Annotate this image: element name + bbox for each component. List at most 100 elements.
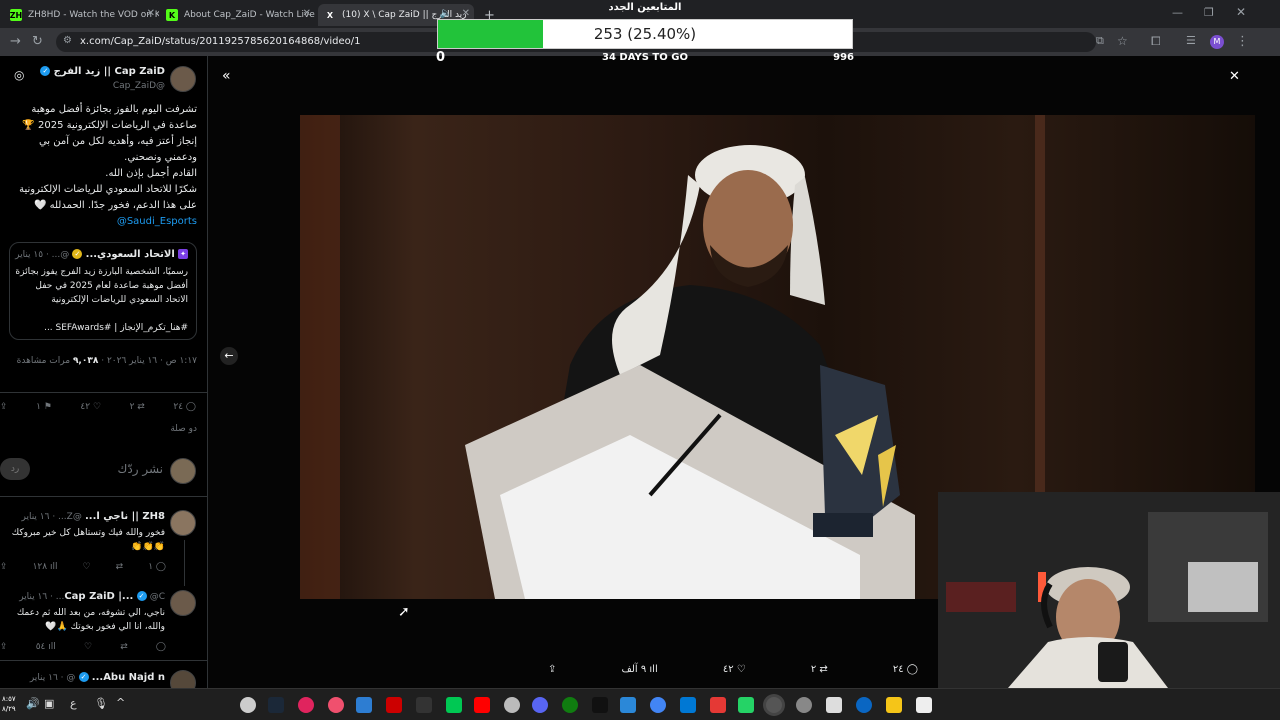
view-count: ٩,٠٣٨ [72, 356, 99, 366]
site-info-icon[interactable]: ⚙ [63, 35, 72, 46]
tray-overflow-icon[interactable]: ^ [116, 696, 125, 709]
reply-button[interactable]: ١ ◯ [148, 562, 166, 572]
author-handle: @Cap_ZaiD [112, 81, 165, 91]
clock[interactable]: ٨:٥٧ ٨/٢٩ [2, 694, 16, 714]
like-button[interactable]: ♡ [84, 642, 92, 652]
kick-icon: K [166, 9, 178, 21]
related-replies-toggle[interactable]: دو صلة [170, 424, 197, 434]
divider [0, 496, 207, 497]
views-button[interactable]: ٩ آلف ıll [621, 664, 657, 675]
chrome-icon[interactable] [650, 697, 666, 713]
store-icon[interactable] [680, 697, 696, 713]
language-indicator[interactable]: ع [70, 697, 77, 710]
close-tab-icon[interactable]: ✕ [462, 8, 470, 19]
close-window-icon[interactable]: ✕ [1236, 5, 1246, 19]
mention-link[interactable]: @Saudi_Esports [0, 214, 197, 230]
photos-icon[interactable] [620, 697, 636, 713]
youtube-icon[interactable] [474, 697, 490, 713]
close-viewer-icon[interactable]: ✕ [1229, 69, 1240, 84]
davinci-icon[interactable] [356, 697, 372, 713]
reply-avatar[interactable] [170, 590, 196, 616]
retweet-button[interactable]: ⇄ [116, 562, 124, 572]
discord-icon[interactable] [532, 697, 548, 713]
extensions-icon[interactable]: ⧠ [1151, 34, 1161, 49]
views-button[interactable]: ١٢٨ ıll [33, 562, 58, 572]
share-icon[interactable]: ⇪ [0, 562, 8, 572]
verified-badge-icon: ✓ [40, 66, 51, 76]
views-button[interactable]: ٥٤ ıll [36, 642, 56, 652]
adobe-icon[interactable] [386, 697, 402, 713]
retweet-button[interactable]: ⇄ [120, 642, 128, 652]
windows-start-icon[interactable] [916, 697, 932, 713]
quoted-tweet[interactable]: ✦ الاتحاد السعودي... ✓ @... · ١٥ يناير ر… [9, 242, 197, 340]
calculator-icon[interactable] [826, 697, 842, 713]
reply-author-row: Abu Najd n... ✓ @ · ١٦ يناير [30, 672, 165, 683]
edge-icon[interactable] [856, 697, 872, 713]
obs-icon[interactable] [240, 697, 256, 713]
reply-avatar[interactable] [170, 670, 196, 688]
reply-button[interactable]: ◯ [156, 642, 166, 652]
grok-icon[interactable]: ◎ [14, 68, 24, 82]
previous-media-icon[interactable]: ← [220, 347, 238, 365]
app-dark-icon[interactable] [416, 697, 432, 713]
author-avatar[interactable] [170, 66, 196, 92]
quoted-author-name: الاتحاد السعودي... [85, 249, 175, 260]
active-app-icon[interactable] [766, 697, 782, 713]
install-app-icon[interactable]: ⧉ [1096, 34, 1104, 48]
gear-app-icon[interactable] [796, 697, 812, 713]
tab-cap-zaid-kick[interactable]: K About Cap_ZaiD - Watch Live o ✕ [160, 4, 315, 26]
xbox-icon[interactable] [562, 697, 578, 713]
quoted-body: رسميًا، الشخصية البارزة زيد الفرج يفوز ب… [12, 265, 188, 335]
reply-avatar[interactable] [170, 510, 196, 536]
profile-avatar[interactable]: M [1210, 35, 1224, 49]
follower-goal-min: 0 [436, 50, 446, 65]
tab-zh8hd[interactable]: ZH ZH8HD - Watch the VOD on Ki ✕ [4, 4, 159, 26]
reply-count: ١ [148, 562, 154, 572]
reply-input[interactable]: نشر ردّك [117, 462, 163, 476]
bookmark-button[interactable]: ١ ⚑ [36, 402, 52, 412]
reload-icon[interactable]: ↻ [32, 34, 43, 49]
gold-verified-icon: ✓ [72, 249, 83, 259]
mute-tab-icon[interactable]: 🔈 [440, 8, 452, 19]
bookmark-star-icon[interactable]: ☆ [1117, 34, 1128, 48]
like-button[interactable]: ٤٢ ♡ [723, 664, 746, 675]
file-explorer-icon[interactable] [886, 697, 902, 713]
like-button[interactable]: ٤٢ ♡ [80, 402, 101, 412]
reply-line: ناجي، الي تشوفه، من بعد الله ثم دعمك [16, 608, 165, 618]
media-controls-icon[interactable]: ☰ [1186, 34, 1196, 47]
app-red-square-icon[interactable] [710, 697, 726, 713]
reply-button[interactable]: ٢٤ ◯ [893, 664, 918, 675]
forward-arrow-icon[interactable]: → [10, 34, 21, 49]
reply-button[interactable]: ٢٤ ◯ [173, 402, 196, 412]
settings-gear-icon[interactable] [504, 697, 520, 713]
whatsapp-icon[interactable] [738, 697, 754, 713]
network-icon[interactable]: ▣ [44, 697, 54, 710]
share-icon[interactable]: ⇪ [548, 664, 556, 675]
reply-author-name: ZH8 || ناجي ا... [85, 511, 165, 522]
app-pink-icon[interactable] [328, 697, 344, 713]
steam-icon[interactable] [268, 697, 284, 713]
volume-icon[interactable]: 🔊 [26, 697, 40, 710]
restore-icon[interactable]: ❐ [1204, 6, 1214, 19]
reply-body: ناجي، الي تشوفه، من بعد الله ثم دعمك وال… [0, 606, 165, 634]
streamer-scene [938, 492, 1280, 688]
play-icon[interactable] [446, 697, 462, 713]
retweet-button[interactable]: ٢ ⇄ [811, 664, 828, 675]
share-icon[interactable]: ⇪ [0, 402, 8, 412]
app-red-icon[interactable] [298, 697, 314, 713]
tiktok-icon[interactable] [592, 697, 608, 713]
divider [0, 660, 207, 661]
menu-kebab-icon[interactable]: ⋮ [1236, 34, 1249, 49]
retweet-button[interactable]: ٢ ⇄ [130, 402, 145, 412]
close-tab-icon[interactable]: ✕ [303, 8, 311, 19]
divider [0, 392, 207, 393]
minimize-icon[interactable]: — [1172, 6, 1183, 19]
microphone-icon[interactable]: 🎙 [94, 697, 108, 710]
reply-button-disabled[interactable]: رد [0, 458, 30, 480]
share-icon[interactable]: ⇪ [0, 642, 8, 652]
author-name-row[interactable]: Cap ZaiD || زيد الفرج ✓ [40, 66, 165, 77]
reply-author-row: Cap ZaiD |... ✓ @C... · ١٦ يناير [19, 591, 165, 602]
collapse-panel-icon[interactable]: « [222, 68, 231, 84]
like-button[interactable]: ♡ [83, 562, 91, 572]
close-tab-icon[interactable]: ✕ [147, 8, 155, 19]
